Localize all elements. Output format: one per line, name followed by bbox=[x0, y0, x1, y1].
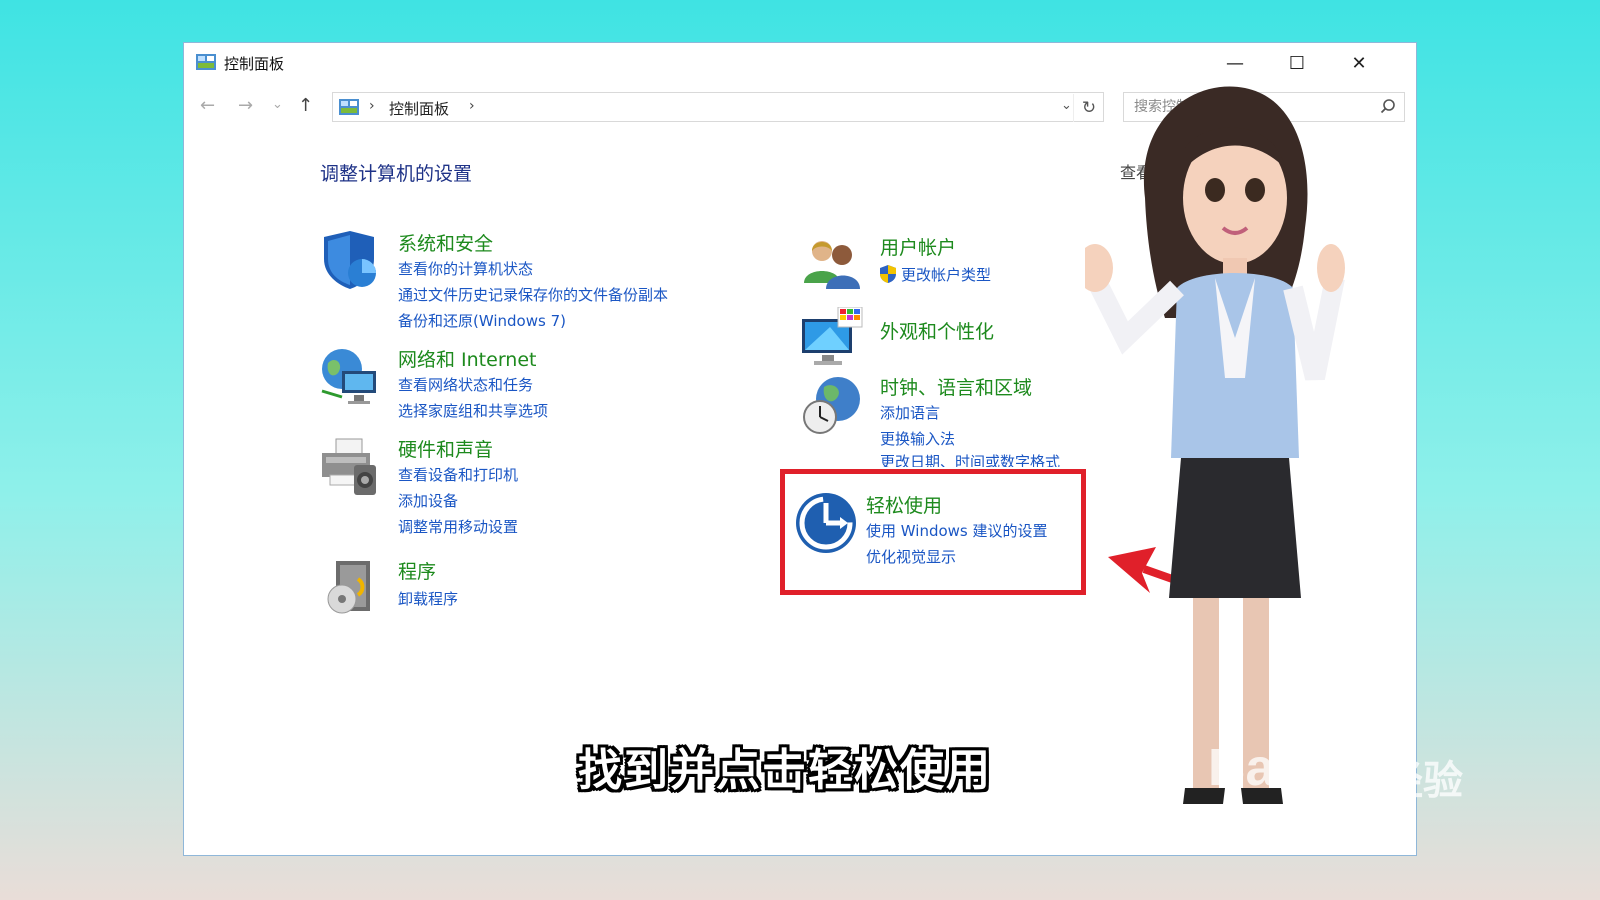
category-link[interactable]: 添加语言 bbox=[880, 402, 940, 423]
category-title[interactable]: 轻松使用 bbox=[866, 491, 942, 518]
control-panel-icon bbox=[196, 54, 216, 70]
category-ease-of-access: 轻松使用 使用 Windows 建议的设置 优化视觉显示 bbox=[794, 491, 1084, 571]
category-programs: 程序 卸载程序 bbox=[318, 557, 738, 621]
forward-arrow-icon[interactable]: → bbox=[238, 95, 253, 116]
baidu-watermark: Bai 经验 jingyan.baidu.com bbox=[1208, 718, 1488, 848]
paw-icon bbox=[1309, 729, 1374, 791]
watermark-logo-cn: 经验 bbox=[1383, 758, 1463, 804]
category-user-accounts: 用户帐户 更改帐户类型 bbox=[800, 233, 1100, 297]
monitor-icon bbox=[802, 307, 863, 365]
category-link[interactable]: 查看网络状态和任务 bbox=[398, 374, 533, 395]
category-link[interactable]: 优化视觉显示 bbox=[866, 546, 956, 567]
address-bar[interactable]: › 控制面板 › ⌄ ↻ bbox=[332, 92, 1104, 122]
ease-of-access-icon bbox=[796, 493, 856, 553]
program-disc-icon bbox=[327, 561, 370, 614]
back-arrow-icon[interactable]: ← bbox=[200, 95, 215, 116]
title-bar: 控制面板 — ☐ ✕ bbox=[184, 43, 1416, 83]
control-panel-icon bbox=[339, 99, 359, 115]
search-icon[interactable] bbox=[1380, 98, 1396, 114]
up-arrow-icon[interactable]: ↑ bbox=[298, 95, 313, 116]
printer-icon bbox=[322, 438, 376, 495]
category-system-security: 系统和安全 查看你的计算机状态 通过文件历史记录保存你的文件备份副本 备份和还原… bbox=[318, 229, 738, 331]
category-link[interactable]: 选择家庭组和共享选项 bbox=[398, 400, 548, 421]
category-clock-region: 时钟、语言和区域 添加语言 更换输入法 更改日期、时间或数字格式 bbox=[800, 373, 1100, 473]
category-link[interactable]: 更改帐户类型 bbox=[901, 264, 991, 285]
category-link[interactable]: 添加设备 bbox=[398, 490, 458, 511]
shield-icon bbox=[324, 231, 376, 289]
uac-shield-icon bbox=[880, 265, 896, 283]
category-hardware-sound: 硬件和声音 查看设备和打印机 添加设备 调整常用移动设置 bbox=[318, 435, 738, 537]
subtitle-caption: 找到并点击轻松使用 bbox=[578, 745, 992, 796]
watermark-url: jingyan.baidu.com bbox=[1208, 810, 1418, 840]
category-title[interactable]: 硬件和声音 bbox=[398, 435, 493, 462]
category-appearance: 外观和个性化 bbox=[800, 307, 1100, 371]
category-link[interactable]: 查看你的计算机状态 bbox=[398, 258, 533, 279]
recent-locations-icon[interactable]: ⌄ bbox=[272, 97, 283, 112]
maximize-button[interactable]: ☐ bbox=[1274, 49, 1320, 77]
close-button[interactable]: ✕ bbox=[1336, 49, 1382, 77]
category-link[interactable]: 更换输入法 bbox=[880, 428, 955, 449]
category-link[interactable]: 更改日期、时间或数字格式 bbox=[880, 451, 1060, 467]
watermark-logo: Bai bbox=[1208, 739, 1289, 797]
minimize-button[interactable]: — bbox=[1212, 49, 1258, 77]
category-title[interactable]: 网络和 Internet bbox=[398, 345, 536, 372]
category-link[interactable]: 备份和还原(Windows 7) bbox=[398, 310, 566, 331]
category-link[interactable]: 使用 Windows 建议的设置 bbox=[866, 520, 1048, 541]
breadcrumb-control-panel[interactable]: 控制面板 bbox=[389, 98, 449, 119]
category-title[interactable]: 时钟、语言和区域 bbox=[880, 373, 1032, 400]
breadcrumb-separator[interactable]: › bbox=[469, 98, 475, 114]
window-title: 控制面板 bbox=[224, 55, 285, 73]
page-heading: 调整计算机的设置 bbox=[320, 163, 473, 185]
category-title[interactable]: 系统和安全 bbox=[398, 229, 493, 256]
clock-globe-icon bbox=[803, 377, 860, 434]
category-title[interactable]: 程序 bbox=[398, 557, 436, 584]
users-icon bbox=[804, 241, 860, 289]
category-link[interactable]: 通过文件历史记录保存你的文件备份副本 bbox=[398, 284, 668, 305]
category-link[interactable]: 调整常用移动设置 bbox=[398, 516, 518, 537]
breadcrumb-separator[interactable]: › bbox=[369, 98, 375, 114]
category-network-internet: 网络和 Internet 查看网络状态和任务 选择家庭组和共享选项 bbox=[318, 345, 738, 425]
category-title[interactable]: 用户帐户 bbox=[880, 233, 956, 260]
category-link[interactable]: 查看设备和打印机 bbox=[398, 464, 518, 485]
presenter-character bbox=[1085, 86, 1345, 804]
category-link[interactable]: 卸载程序 bbox=[398, 588, 458, 609]
globe-network-icon bbox=[321, 349, 376, 404]
address-dropdown-icon[interactable]: ⌄ bbox=[1061, 98, 1072, 113]
category-title[interactable]: 外观和个性化 bbox=[880, 317, 994, 344]
